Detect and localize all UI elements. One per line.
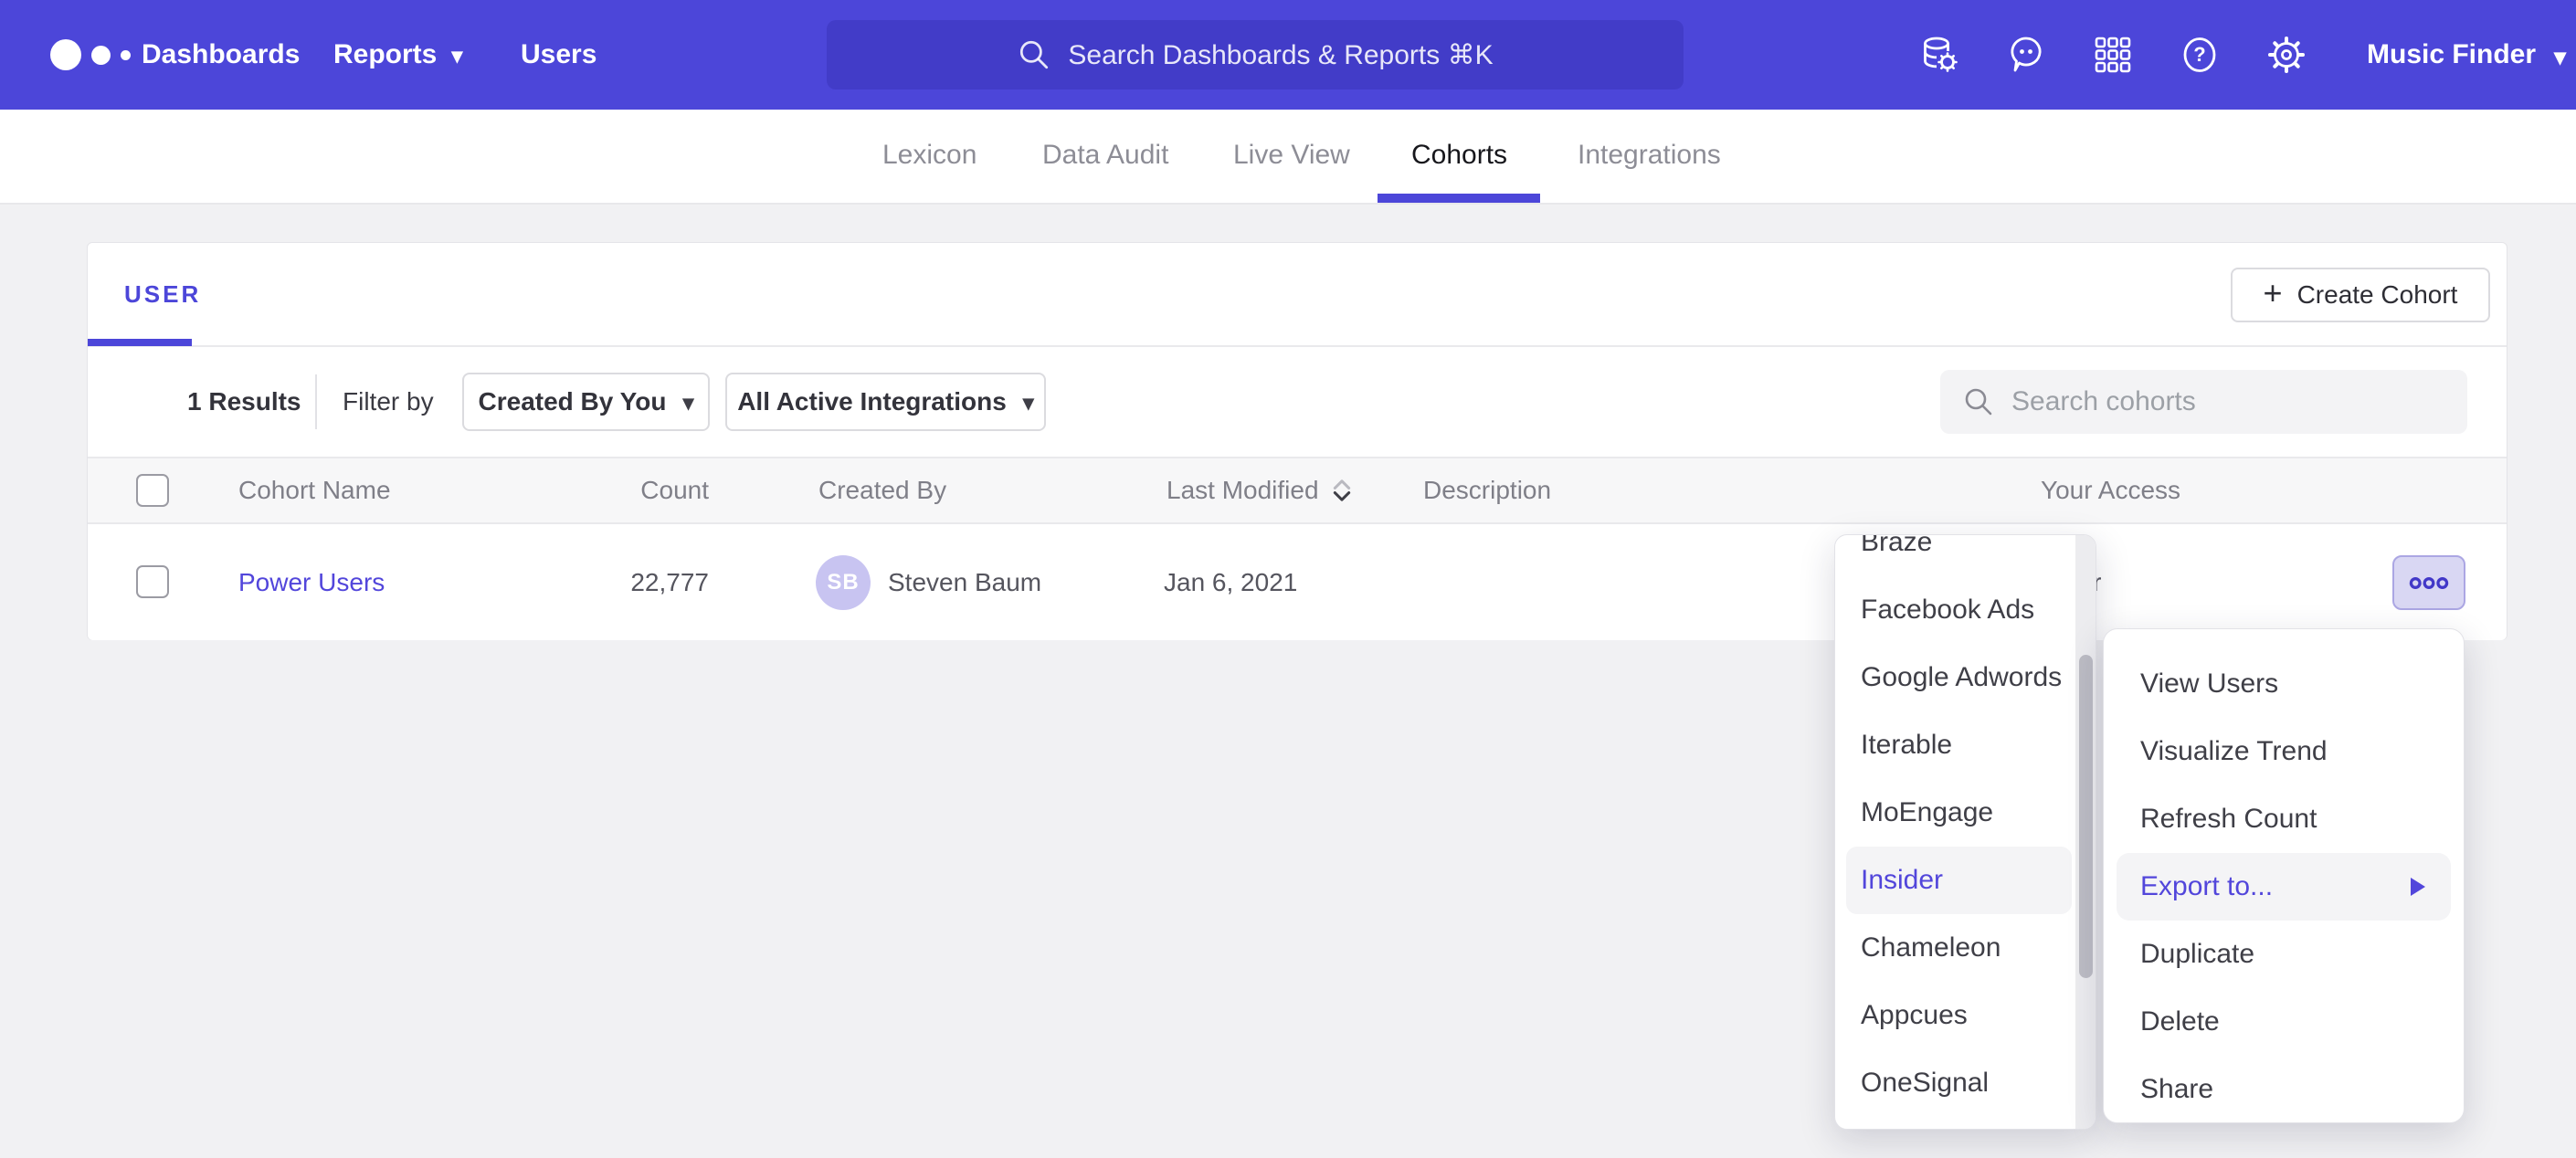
feedback-icon[interactable] (2005, 34, 2047, 76)
nav-users-label: Users (521, 39, 596, 70)
global-search-placeholder: Search Dashboards & Reports ⌘K (1068, 39, 1493, 71)
tab-lexicon[interactable]: Lexicon (882, 110, 977, 201)
cohort-type-tabs: USER + Create Cohort (88, 243, 2507, 347)
nav-dashboards[interactable]: Dashboards (142, 0, 300, 110)
header-created-by: Created By (818, 458, 946, 522)
tab-cohorts[interactable]: Cohorts (1411, 110, 1507, 201)
integrations-filter-dropdown[interactable]: All Active Integrations ▾ (725, 373, 1046, 431)
results-count: 1 Results (187, 347, 301, 457)
nav-reports[interactable]: Reports ▾ (333, 0, 462, 110)
global-search-input[interactable]: Search Dashboards & Reports ⌘K (827, 20, 1684, 89)
export-target-appcues[interactable]: Appcues (1835, 982, 2096, 1049)
context-menu-share[interactable]: Share (2104, 1056, 2464, 1123)
search-icon (1017, 37, 1051, 72)
export-target-braze[interactable]: Braze (1835, 534, 2096, 576)
header-cohort-name: Cohort Name (238, 458, 391, 522)
svg-text:?: ? (2193, 43, 2205, 66)
export-target-onesignal[interactable]: OneSignal (1835, 1049, 2096, 1117)
help-icon[interactable]: ? (2179, 34, 2221, 76)
created-by-cell: Steven Baum (888, 524, 1041, 640)
header-last-modified[interactable]: Last Modified (1167, 458, 1354, 522)
export-target-iterable[interactable]: Iterable (1835, 711, 2096, 779)
mixpanel-logo-icon[interactable] (50, 0, 131, 110)
context-menu-export-to-label: Export to... (2140, 871, 2273, 902)
active-tab-indicator (1378, 194, 1540, 203)
export-targets-list: Braze Facebook Ads Google Adwords Iterab… (1835, 534, 2096, 1117)
table-header-row: Cohort Name Count Created By Last Modifi… (88, 457, 2507, 524)
divider (315, 374, 317, 429)
apps-grid-icon[interactable] (2092, 34, 2134, 76)
top-navigation-bar: Dashboards Reports ▾ Users Search Dashbo… (0, 0, 2576, 110)
nav-dashboards-label: Dashboards (142, 39, 300, 70)
export-target-google-adwords[interactable]: Google Adwords (1835, 644, 2096, 711)
context-menu-view-users[interactable]: View Users (2104, 650, 2464, 718)
export-target-insider[interactable]: Insider (1846, 847, 2072, 914)
header-last-modified-label: Last Modified (1167, 476, 1319, 505)
export-target-moengage[interactable]: MoEngage (1835, 779, 2096, 847)
table-row: Power Users 22,777 SB Steven Baum Jan 6,… (88, 524, 2507, 640)
header-count: Count (526, 458, 709, 522)
integrations-filter-value: All Active Integrations (737, 387, 1007, 416)
context-menu-refresh-count[interactable]: Refresh Count (2104, 785, 2464, 853)
create-cohort-button[interactable]: + Create Cohort (2231, 268, 2490, 322)
tab-integrations[interactable]: Integrations (1578, 110, 1721, 201)
tab-data-audit[interactable]: Data Audit (1042, 110, 1168, 201)
chevron-down-icon: ▾ (682, 393, 693, 415)
data-settings-icon[interactable] (1918, 34, 1960, 76)
created-by-filter-dropdown[interactable]: Created By You ▾ (462, 373, 710, 431)
row-actions-button[interactable] (2392, 555, 2465, 610)
context-menu-delete[interactable]: Delete (2104, 988, 2464, 1056)
context-menu-visualize-trend[interactable]: Visualize Trend (2104, 718, 2464, 785)
row-context-menu: View Users Visualize Trend Refresh Count… (2103, 628, 2465, 1123)
cohort-name-link[interactable]: Power Users (238, 568, 385, 597)
chevron-down-icon: ▾ (451, 46, 462, 68)
user-tab-indicator (88, 339, 192, 346)
ellipsis-icon (2407, 574, 2451, 592)
scrollbar-thumb[interactable] (2079, 655, 2093, 978)
export-target-facebook-ads[interactable]: Facebook Ads (1835, 576, 2096, 644)
export-target-chameleon[interactable]: Chameleon (1835, 914, 2096, 982)
nav-users[interactable]: Users (521, 0, 596, 110)
tab-live-view[interactable]: Live View (1233, 110, 1350, 201)
search-cohorts-input[interactable] (1940, 370, 2467, 434)
context-menu-export-to[interactable]: Export to... (2117, 853, 2451, 921)
select-all-checkbox[interactable] (136, 474, 169, 507)
created-by-filter-value: Created By You (479, 387, 667, 416)
count-cell: 22,777 (526, 524, 709, 640)
settings-gear-icon[interactable] (2265, 34, 2307, 76)
create-cohort-label: Create Cohort (2297, 280, 2458, 310)
cohort-name-cell: Power Users (238, 524, 385, 640)
context-menu-duplicate[interactable]: Duplicate (2104, 921, 2464, 988)
chevron-down-icon: ▾ (1023, 393, 1034, 415)
project-name: Music Finder (2367, 39, 2536, 70)
header-description: Description (1423, 458, 1551, 522)
filter-toolbar: 1 Results Filter by Created By You ▾ All… (88, 347, 2507, 457)
tab-user-cohorts[interactable]: USER (124, 243, 201, 345)
chevron-down-icon: ▾ (2554, 45, 2566, 68)
last-modified-cell: Jan 6, 2021 (1164, 524, 1297, 640)
export-targets-menu: Braze Facebook Ads Google Adwords Iterab… (1834, 534, 2096, 1130)
avatar: SB (816, 555, 871, 610)
project-switcher[interactable]: Music Finder ▾ (2367, 0, 2566, 110)
header-your-access: Your Access (2041, 458, 2180, 522)
filter-by-label: Filter by (343, 347, 434, 457)
nav-reports-label: Reports (333, 39, 437, 70)
cohorts-panel: USER + Create Cohort 1 Results Filter by… (87, 242, 2507, 640)
row-checkbox[interactable] (136, 565, 169, 598)
plus-icon: + (2264, 277, 2283, 310)
submenu-arrow-icon (2411, 878, 2425, 896)
sort-icon[interactable] (1330, 478, 1354, 503)
